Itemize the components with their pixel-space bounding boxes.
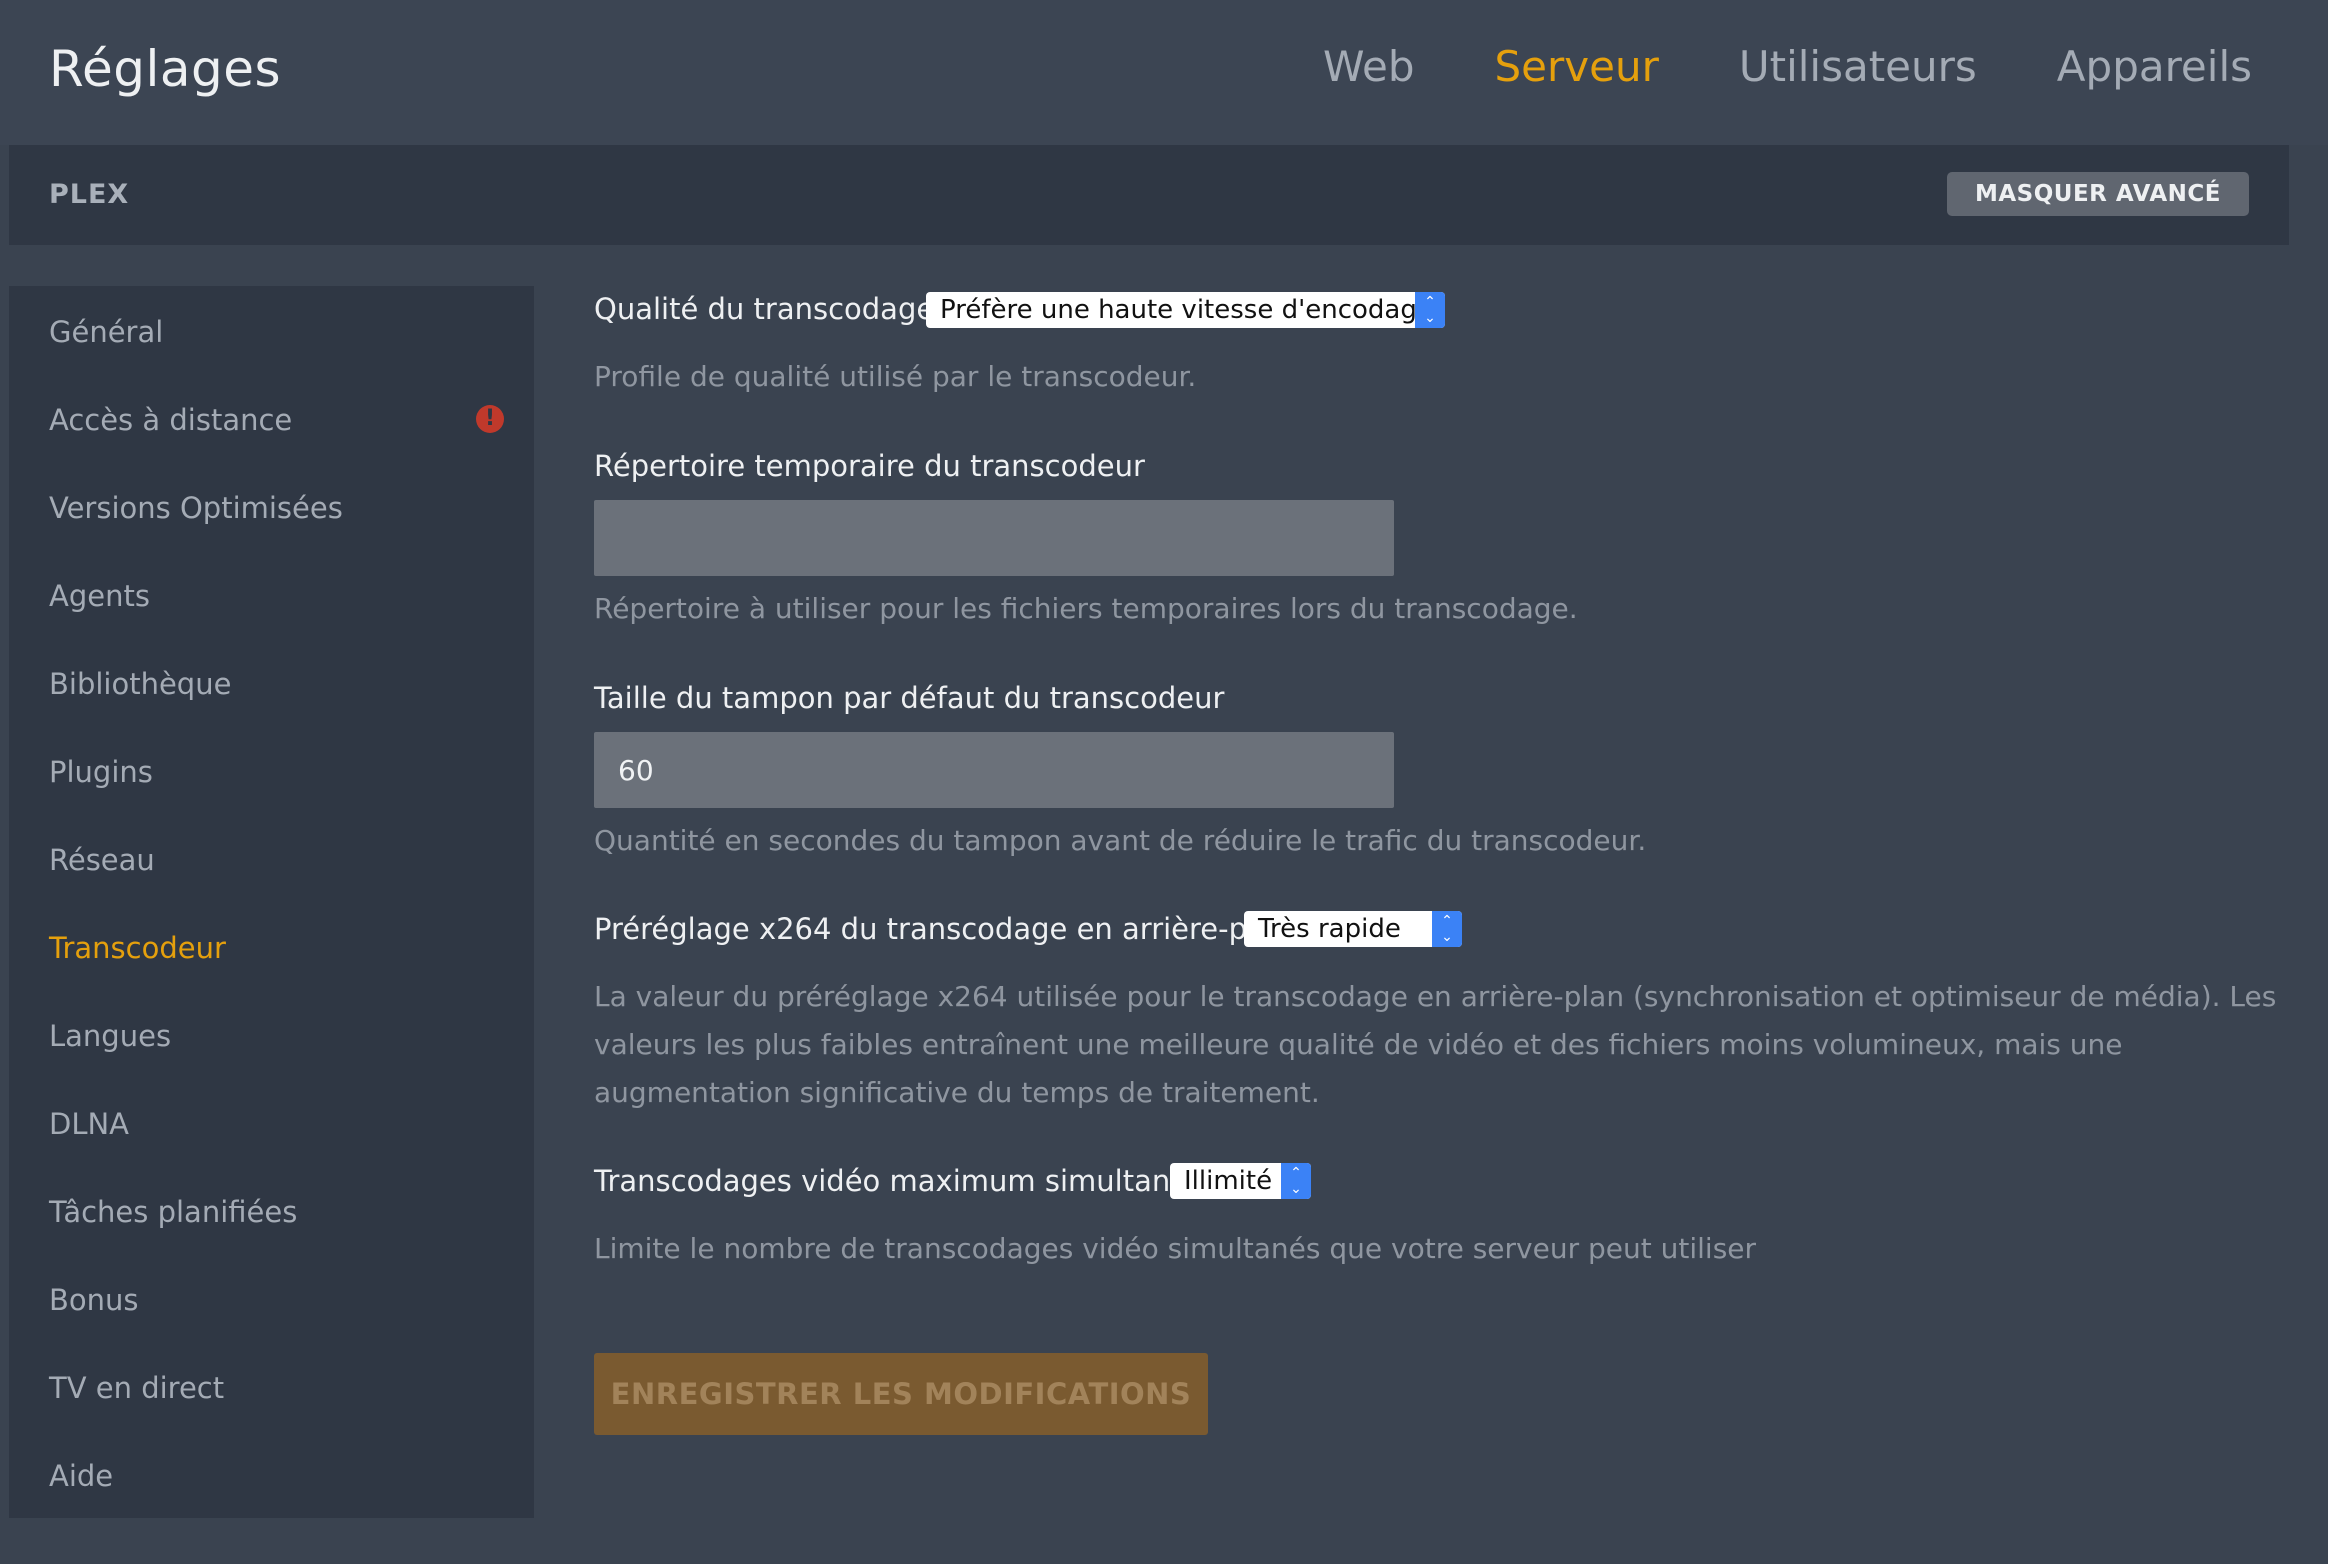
preset-help: La valeur du préréglage x264 utilisée po…: [594, 980, 2277, 1109]
page-title: Réglages: [49, 40, 282, 98]
sidebar-item-general[interactable]: Général: [49, 315, 504, 349]
sidebar-item-label: Général: [49, 315, 164, 349]
sidebar-item-dlna[interactable]: DLNA: [49, 1107, 504, 1141]
sidebar-item-label: TV en direct: [49, 1371, 225, 1405]
sidebar-item-label: Versions Optimisées: [49, 491, 343, 525]
tab-utilisateurs[interactable]: Utilisateurs: [1739, 42, 1977, 91]
sidebar-item-label: DLNA: [49, 1107, 130, 1141]
buffer-input[interactable]: [594, 732, 1394, 808]
sidebar-item-label: Tâches planifiées: [49, 1195, 298, 1229]
quality-select-value: Préfère une haute vitesse d'encodage: [940, 295, 1433, 325]
section-bar: PLEX MASQUER AVANCÉ: [9, 145, 2289, 245]
max-transcodes-select[interactable]: Illimité ⌃ ⌄: [1170, 1163, 1311, 1199]
tab-web[interactable]: Web: [1323, 42, 1415, 91]
quality-select[interactable]: Préfère une haute vitesse d'encodage ⌃ ⌄: [926, 292, 1445, 328]
preset-select[interactable]: Très rapide ⌃ ⌄: [1244, 911, 1462, 947]
max-transcodes-help: Limite le nombre de transcodages vidéo s…: [594, 1232, 1757, 1265]
toggle-advanced-button[interactable]: MASQUER AVANCÉ: [1946, 172, 2249, 216]
preset-label: Préréglage x264 du transcodage en arrièr…: [594, 912, 1292, 946]
sidebar-item-label: Bonus: [49, 1283, 139, 1317]
sidebar-item-library[interactable]: Bibliothèque: [49, 667, 504, 701]
sidebar-item-label: Aide: [49, 1459, 114, 1493]
sidebar: Général Accès à distance ! Versions Opti…: [9, 286, 534, 1518]
sidebar-item-label: Langues: [49, 1019, 172, 1053]
sidebar-item-agents[interactable]: Agents: [49, 579, 504, 613]
alert-icon: !: [476, 405, 504, 433]
header: Réglages Web Serveur Utilisateurs Appare…: [0, 0, 2328, 145]
sidebar-item-remote-access[interactable]: Accès à distance !: [49, 403, 504, 437]
sidebar-item-help[interactable]: Aide: [49, 1459, 504, 1493]
sidebar-item-network[interactable]: Réseau: [49, 843, 504, 877]
sidebar-item-label: Agents: [49, 579, 150, 613]
quality-help: Profile de qualité utilisé par le transc…: [594, 360, 1197, 393]
sidebar-item-extras[interactable]: Bonus: [49, 1283, 504, 1317]
sidebar-item-transcoder[interactable]: Transcodeur: [49, 931, 504, 965]
save-changes-button[interactable]: ENREGISTRER LES MODIFICATIONS: [594, 1353, 1208, 1435]
tab-serveur[interactable]: Serveur: [1495, 42, 1659, 91]
max-transcodes-label: Transcodages vidéo maximum simultanés: [594, 1164, 1204, 1198]
temp-dir-input[interactable]: [594, 500, 1394, 576]
select-arrows-icon: ⌃ ⌄: [1281, 1163, 1311, 1199]
sidebar-item-label: Réseau: [49, 843, 155, 877]
section-title: PLEX: [49, 179, 130, 210]
select-arrows-icon: ⌃ ⌄: [1432, 911, 1462, 947]
sidebar-item-languages[interactable]: Langues: [49, 1019, 504, 1053]
sidebar-item-live-tv[interactable]: TV en direct: [49, 1371, 504, 1405]
tab-appareils[interactable]: Appareils: [2057, 42, 2252, 91]
sidebar-item-label: Bibliothèque: [49, 667, 232, 701]
sidebar-item-label: Transcodeur: [49, 931, 226, 965]
temp-dir-help: Répertoire à utiliser pour les fichiers …: [594, 592, 1578, 625]
sidebar-item-scheduled-tasks[interactable]: Tâches planifiées: [49, 1195, 504, 1229]
select-arrows-icon: ⌃ ⌄: [1415, 292, 1445, 328]
top-tabs: Web Serveur Utilisateurs Appareils: [1323, 42, 2252, 91]
quality-label: Qualité du transcodage: [594, 292, 935, 326]
sidebar-item-label: Accès à distance: [49, 403, 293, 437]
sidebar-item-optimized-versions[interactable]: Versions Optimisées: [49, 491, 504, 525]
sidebar-item-label: Plugins: [49, 755, 153, 789]
sidebar-item-plugins[interactable]: Plugins: [49, 755, 504, 789]
preset-select-value: Très rapide: [1258, 914, 1401, 944]
temp-dir-label: Répertoire temporaire du transcodeur: [594, 449, 1145, 483]
buffer-label: Taille du tampon par défaut du transcode…: [594, 681, 1225, 715]
max-transcodes-select-value: Illimité: [1184, 1166, 1273, 1196]
buffer-help: Quantité en secondes du tampon avant de …: [594, 824, 1647, 857]
